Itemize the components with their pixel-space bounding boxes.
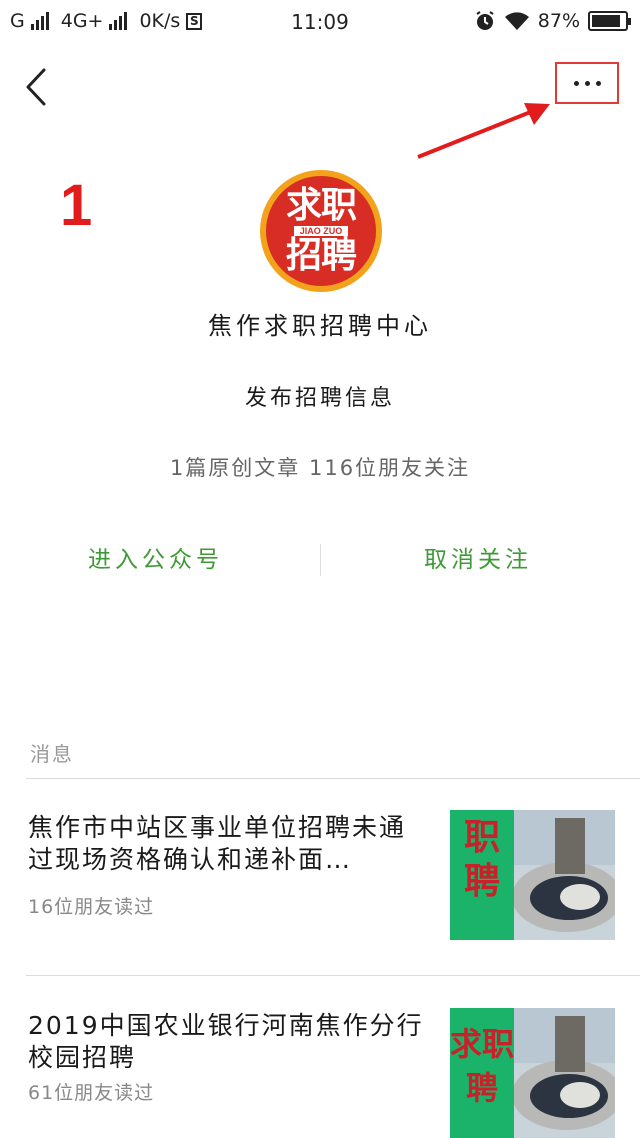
- thumb-taiji-light: [560, 1082, 600, 1108]
- article-title[interactable]: 2019中国农业银行河南焦作分行校园招聘: [28, 1010, 428, 1074]
- battery-icon: [588, 11, 631, 31]
- more-dot: [584, 80, 590, 86]
- enter-account-button[interactable]: 进入公众号: [88, 540, 223, 574]
- article-thumbnail[interactable]: 求职 聘: [450, 1008, 615, 1138]
- account-logo: 求职 JIAO ZUO 招聘: [260, 170, 382, 292]
- logo-line2: 招聘: [285, 235, 357, 276]
- list-item[interactable]: 焦作市中站区事业单位招聘未通过现场资格确认和递补面… 16位朋友读过 职 聘: [0, 808, 640, 948]
- alarm-icon: [476, 11, 494, 30]
- battery-fill: [592, 15, 620, 27]
- wifi-icon: [504, 12, 529, 30]
- messages-section-label: 消息: [30, 742, 74, 766]
- article-divider: [26, 975, 640, 976]
- account-stats: 1篇原创文章 116位朋友关注: [169, 456, 471, 480]
- more-dot: [595, 80, 601, 86]
- article-thumbnail[interactable]: 职 聘: [450, 810, 615, 940]
- thumb-tower: [555, 818, 585, 874]
- logo-badge: 求职 JIAO ZUO 招聘: [266, 176, 376, 286]
- more-dot: [573, 80, 579, 86]
- action-divider: [320, 544, 321, 576]
- article-title[interactable]: 焦作市中站区事业单位招聘未通过现场资格确认和递补面…: [28, 812, 428, 876]
- account-intro: 发布招聘信息: [244, 386, 395, 411]
- battery-percent: 87%: [537, 10, 580, 32]
- thumb-logo-band: 职 聘: [450, 810, 514, 940]
- more-button[interactable]: [555, 62, 619, 104]
- thumb-tower: [555, 1016, 585, 1072]
- account-name: 焦作求职招聘中心: [208, 312, 432, 340]
- annotation-arrow-icon: [417, 103, 550, 159]
- status-right: 87%: [474, 10, 631, 32]
- status-bar: G 4G+ 0K/s S 11:09 87%: [0, 0, 640, 44]
- chevron-left-icon[interactable]: [20, 66, 54, 108]
- logo-line1: 求职: [285, 185, 357, 226]
- thumb-logo-band: 求职 聘: [450, 1008, 514, 1138]
- list-item[interactable]: 2019中国农业银行河南焦作分行校园招聘 61位朋友读过 求职 聘: [0, 1006, 640, 1138]
- thumb-taiji-light: [560, 884, 600, 910]
- section-divider: [26, 778, 640, 779]
- unfollow-button[interactable]: 取消关注: [424, 540, 532, 574]
- article-read-count: 61位朋友读过: [28, 1082, 155, 1104]
- step-number: 1: [60, 173, 93, 238]
- article-read-count: 16位朋友读过: [28, 896, 155, 918]
- action-bar: 进入公众号 取消关注: [0, 540, 640, 580]
